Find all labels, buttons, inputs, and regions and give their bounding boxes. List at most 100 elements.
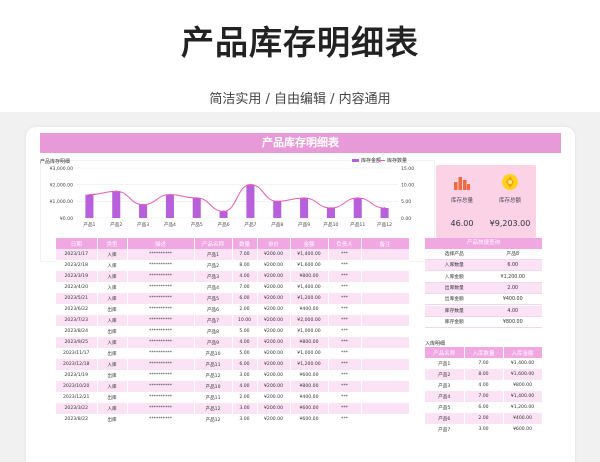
table-cell[interactable]: *** [328,315,362,326]
table-cell[interactable]: ¥200.00 [257,359,291,370]
table-cell[interactable]: ¥400.00 [503,413,543,424]
table-cell[interactable]: ¥800.00 [503,380,543,391]
table-cell[interactable]: 2023/12/21 [56,392,98,403]
table-cell[interactable]: 3.00 [232,370,258,381]
table-cell[interactable] [361,381,410,392]
table-cell[interactable]: 7.00 [232,282,258,293]
table-cell[interactable]: ¥800.00 [290,337,329,348]
table-cell[interactable]: *** [328,271,362,282]
table-cell[interactable]: 2023/2/18 [56,260,98,271]
table-cell[interactable]: ¥600.00 [290,370,329,381]
table-cell[interactable]: 产品6 [194,304,233,315]
table-cell[interactable]: ¥800.00 [290,271,329,282]
table-cell[interactable]: ********** [127,337,195,348]
table-cell[interactable]: ¥200.00 [257,403,291,414]
table-cell[interactable]: ¥400.00 [290,304,329,315]
table-cell[interactable]: 入库 [97,260,128,271]
table-cell[interactable]: ********** [127,392,195,403]
table-cell[interactable]: *** [328,337,362,348]
table-cell[interactable]: 入库 [97,293,128,304]
table-cell[interactable]: 产品7 [194,315,233,326]
table-cell[interactable]: 2.00 [232,392,258,403]
table-cell[interactable]: 产品3 [194,271,233,282]
table-cell[interactable]: ¥200.00 [257,315,291,326]
table-cell[interactable]: 4.00 [464,380,504,391]
table-cell[interactable]: ¥200.00 [257,271,291,282]
table-cell[interactable]: 产品1 [425,358,465,369]
table-cell[interactable]: 入库 [97,337,128,348]
table-cell[interactable]: 产品2 [194,260,233,271]
table-cell[interactable]: ¥1,200.00 [290,359,329,370]
table-cell[interactable]: 2023/9/25 [56,337,98,348]
table-cell[interactable]: *** [328,359,362,370]
table-cell[interactable]: 出库 [97,370,128,381]
table-cell[interactable]: 入库 [97,249,128,260]
table-cell[interactable]: ¥600.00 [290,414,329,425]
table-cell[interactable]: ¥200.00 [257,370,291,381]
table-cell[interactable]: ********** [127,249,195,260]
table-cell[interactable]: 入库 [97,271,128,282]
table-cell[interactable] [361,392,410,403]
table-cell[interactable]: 2023/1/19 [56,370,98,381]
table-cell[interactable]: 2023/8/24 [56,326,98,337]
table-cell[interactable]: *** [328,260,362,271]
table-cell[interactable]: ¥200.00 [257,293,291,304]
table-cell[interactable]: 7.00 [464,391,504,402]
table-cell[interactable]: 5.00 [232,348,258,359]
table-cell[interactable] [361,414,410,425]
table-cell[interactable]: 产品4 [194,282,233,293]
table-cell[interactable]: 8.00 [232,260,258,271]
table-cell[interactable] [361,260,410,271]
table-cell[interactable]: 2.00 [464,413,504,424]
table-cell[interactable]: ********** [127,293,195,304]
table-cell[interactable]: 产品12 [194,403,233,414]
table-cell[interactable]: 产品10 [194,381,233,392]
table-cell[interactable]: 2023/6/22 [56,304,98,315]
table-cell[interactable]: 产品12 [194,370,233,381]
table-cell[interactable]: ¥200.00 [257,392,291,403]
table-cell[interactable] [361,271,410,282]
table-cell[interactable]: ********** [127,326,195,337]
table-cell[interactable]: 产品2 [425,369,465,380]
table-cell[interactable]: 3.00 [232,403,258,414]
table-cell[interactable]: ¥200.00 [257,282,291,293]
table-cell[interactable]: ********** [127,414,195,425]
table-cell[interactable] [361,348,410,359]
table-cell[interactable]: 2.00 [232,304,258,315]
table-cell[interactable]: *** [328,370,362,381]
table-cell[interactable]: 4.00 [232,381,258,392]
table-cell[interactable]: 入库 [97,315,128,326]
table-cell[interactable]: 出库 [97,414,128,425]
table-cell[interactable]: 出库 [97,392,128,403]
table-cell[interactable] [361,304,410,315]
table-cell[interactable]: 7.00 [232,249,258,260]
table-cell[interactable]: *** [328,326,362,337]
table-cell[interactable]: *** [328,348,362,359]
table-cell[interactable] [361,403,410,414]
table-cell[interactable]: ********** [127,271,195,282]
table-cell[interactable]: ¥1,200.00 [503,402,543,413]
table-cell[interactable]: ¥600.00 [503,424,543,435]
table-cell[interactable] [361,370,410,381]
table-cell[interactable]: 2023/7/23 [56,315,98,326]
table-cell[interactable]: 出库 [97,326,128,337]
table-cell[interactable]: *** [328,249,362,260]
lookup-value[interactable]: 产品8 [484,249,543,259]
table-cell[interactable]: 2023/11/17 [56,348,98,359]
table-cell[interactable]: ¥200.00 [257,381,291,392]
table-cell[interactable]: 入库 [97,403,128,414]
table-cell[interactable]: 入库 [97,282,128,293]
table-cell[interactable]: ¥1,400.00 [290,282,329,293]
table-cell[interactable] [361,249,410,260]
table-cell[interactable]: ********** [127,370,195,381]
table-cell[interactable]: ********** [127,403,195,414]
table-cell[interactable]: ¥800.00 [290,381,329,392]
table-cell[interactable]: 产品7 [425,424,465,435]
table-cell[interactable] [361,282,410,293]
table-cell[interactable]: ¥1,400.00 [503,391,543,402]
table-cell[interactable]: ¥200.00 [257,249,291,260]
table-cell[interactable] [361,359,410,370]
table-cell[interactable]: ¥1,000.00 [290,326,329,337]
table-cell[interactable]: 6.00 [232,293,258,304]
table-cell[interactable]: ¥1,600.00 [290,260,329,271]
